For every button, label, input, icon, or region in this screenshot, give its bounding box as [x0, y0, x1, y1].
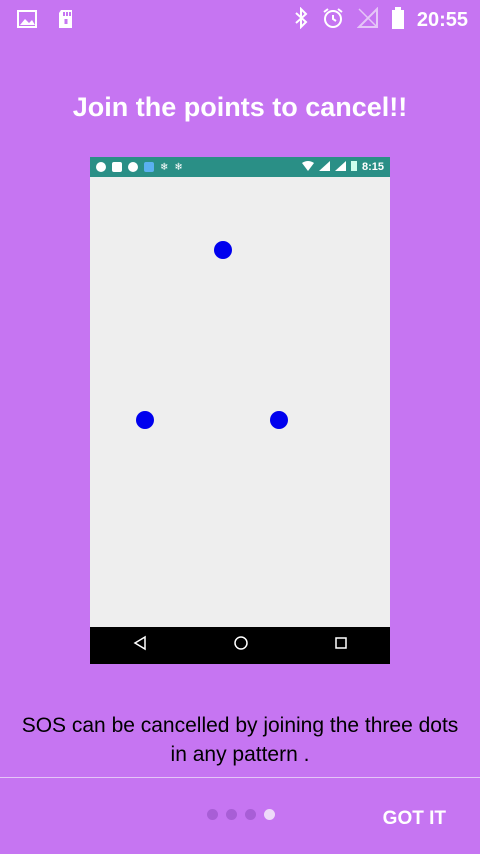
whatsapp-icon [96, 162, 106, 172]
image-icon [16, 8, 38, 35]
pattern-dot-left[interactable] [136, 411, 154, 429]
divider [0, 777, 480, 778]
page-title: Join the points to cancel!! [72, 92, 408, 122]
phone-preview: ❄ ❄ 8:15 [90, 157, 390, 664]
description-line-2: in any pattern . [170, 743, 310, 766]
page-dot-1 [207, 809, 218, 820]
pattern-dot-right[interactable] [270, 411, 288, 429]
page-dot-2 [226, 809, 237, 820]
snowflake-icon: ❄ [160, 161, 169, 173]
mobile-signal-icon [334, 160, 346, 174]
snowflake-icon: ❄ [174, 161, 183, 173]
wifi-icon [301, 160, 314, 174]
battery-icon [391, 6, 405, 35]
page-dot-4-active [264, 809, 275, 820]
preview-nav-bar [90, 627, 390, 664]
description-text: SOS can be cancelled by joining the thre… [0, 711, 480, 769]
page-dot-3 [245, 809, 256, 820]
alarm-icon [321, 6, 345, 35]
page-indicator [207, 809, 275, 820]
sync-icon [128, 162, 138, 172]
status-time: 20:55 [416, 9, 468, 31]
description-line-1: SOS can be cancelled by joining the thre… [21, 714, 459, 737]
got-it-button[interactable]: GOT IT [383, 808, 446, 830]
preview-status-time: 8:15 [361, 161, 384, 173]
preview-status-bar: ❄ ❄ 8:15 [90, 157, 390, 177]
signal-icon [356, 6, 379, 34]
recents-icon [334, 636, 348, 655]
status-bar: 20:55 [0, 0, 480, 40]
home-icon [233, 635, 249, 656]
mobile-signal-icon [318, 160, 330, 174]
l-app-icon [112, 162, 122, 172]
back-icon [132, 635, 148, 656]
refresh-icon [144, 162, 154, 172]
battery-icon [350, 160, 357, 174]
pattern-dot-top[interactable] [214, 241, 232, 259]
sd-card-icon [56, 8, 76, 35]
bluetooth-icon [293, 6, 309, 34]
